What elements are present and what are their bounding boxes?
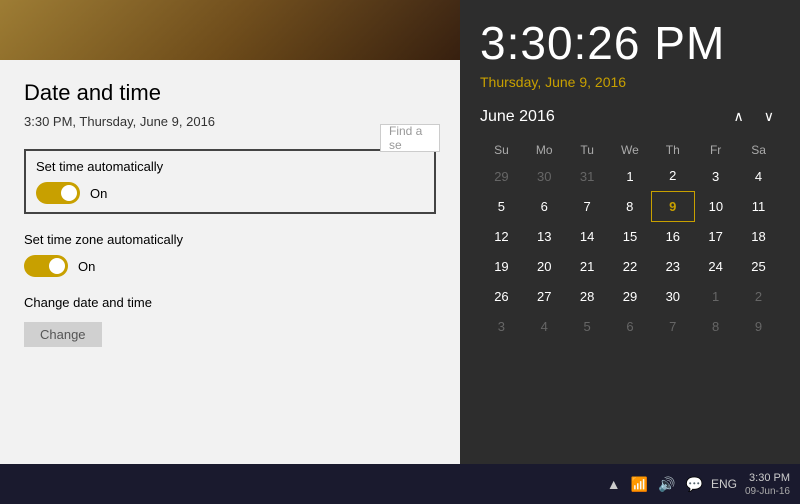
calendar-day[interactable]: 30 bbox=[651, 281, 694, 311]
calendar-week-row: 12131415161718 bbox=[480, 221, 780, 251]
clock-date: Thursday, June 9, 2016 bbox=[480, 74, 780, 90]
calendar-day[interactable]: 6 bbox=[523, 191, 566, 221]
calendar-day[interactable]: 21 bbox=[566, 251, 609, 281]
set-timezone-toggle-row: On bbox=[24, 255, 436, 277]
calendar-day[interactable]: 3 bbox=[694, 161, 737, 191]
current-datetime: 3:30 PM, Thursday, June 9, 2016 bbox=[24, 114, 436, 129]
calendar-day[interactable]: 13 bbox=[523, 221, 566, 251]
taskbar-wifi-icon[interactable]: 📶 bbox=[631, 476, 648, 493]
change-datetime-section: Change date and time Change bbox=[24, 295, 436, 347]
calendar-body: 2930311234567891011121314151617181920212… bbox=[480, 161, 780, 341]
calendar-day[interactable]: 1 bbox=[609, 161, 652, 191]
calendar-day[interactable]: 4 bbox=[523, 311, 566, 341]
set-time-auto-section: Set time automatically On bbox=[24, 149, 436, 214]
calendar-day[interactable]: 5 bbox=[480, 191, 523, 221]
calendar-day[interactable]: 6 bbox=[609, 311, 652, 341]
calendar-day[interactable]: 25 bbox=[737, 251, 780, 281]
calendar-day[interactable]: 26 bbox=[480, 281, 523, 311]
calendar-day[interactable]: 19 bbox=[480, 251, 523, 281]
search-box[interactable]: Find a se bbox=[380, 124, 440, 152]
day-header-sa: Sa bbox=[737, 139, 780, 161]
calendar-nav: ∧ ∨ bbox=[728, 106, 781, 127]
change-datetime-label: Change date and time bbox=[24, 295, 436, 310]
day-header-th: Th bbox=[651, 139, 694, 161]
taskbar: ▲ 📶 🔊 💬 ENG 3:30 PM 09-Jun-16 bbox=[0, 464, 800, 504]
calendar-header-row: Su Mo Tu We Th Fr Sa bbox=[480, 139, 780, 161]
calendar-day[interactable]: 29 bbox=[480, 161, 523, 191]
settings-panel: Find a se Date and time 3:30 PM, Thursda… bbox=[0, 60, 460, 464]
calendar-day[interactable]: 27 bbox=[523, 281, 566, 311]
calendar-day[interactable]: 20 bbox=[523, 251, 566, 281]
calendar-header: June 2016 ∧ ∨ bbox=[480, 106, 780, 127]
settings-title: Date and time bbox=[24, 80, 436, 106]
calendar: June 2016 ∧ ∨ Su Mo Tu We Th Fr Sa 29303… bbox=[480, 106, 780, 341]
calendar-day[interactable]: 2 bbox=[737, 281, 780, 311]
day-header-mo: Mo bbox=[523, 139, 566, 161]
change-button[interactable]: Change bbox=[24, 322, 102, 347]
calendar-day[interactable]: 16 bbox=[651, 221, 694, 251]
calendar-day[interactable]: 30 bbox=[523, 161, 566, 191]
calendar-day[interactable]: 7 bbox=[566, 191, 609, 221]
calendar-grid: Su Mo Tu We Th Fr Sa 2930311234567891011… bbox=[480, 139, 780, 341]
calendar-day[interactable]: 31 bbox=[566, 161, 609, 191]
calendar-prev-button[interactable]: ∧ bbox=[728, 106, 750, 127]
calendar-week-row: 2930311234 bbox=[480, 161, 780, 191]
taskbar-time: 3:30 PM bbox=[745, 471, 790, 486]
day-header-tu: Tu bbox=[566, 139, 609, 161]
taskbar-clock[interactable]: 3:30 PM 09-Jun-16 bbox=[745, 471, 790, 497]
calendar-day[interactable]: 4 bbox=[737, 161, 780, 191]
taskbar-volume-icon[interactable]: 🔊 bbox=[658, 476, 675, 493]
calendar-day[interactable]: 23 bbox=[651, 251, 694, 281]
taskbar-up-icon[interactable]: ▲ bbox=[607, 476, 621, 492]
calendar-day[interactable]: 8 bbox=[694, 311, 737, 341]
calendar-day[interactable]: 2 bbox=[651, 161, 694, 191]
day-header-fr: Fr bbox=[694, 139, 737, 161]
set-timezone-auto-section: Set time zone automatically On bbox=[24, 232, 436, 277]
calendar-day[interactable]: 1 bbox=[694, 281, 737, 311]
calendar-month-year: June 2016 bbox=[480, 108, 555, 126]
taskbar-date: 09-Jun-16 bbox=[745, 486, 790, 497]
calendar-day[interactable]: 18 bbox=[737, 221, 780, 251]
taskbar-lang: ENG bbox=[711, 477, 737, 491]
clock-panel: 3:30:26 PM Thursday, June 9, 2016 June 2… bbox=[460, 0, 800, 464]
calendar-day[interactable]: 15 bbox=[609, 221, 652, 251]
clock-time: 3:30:26 PM bbox=[480, 16, 780, 70]
calendar-day[interactable]: 8 bbox=[609, 191, 652, 221]
calendar-day[interactable]: 17 bbox=[694, 221, 737, 251]
calendar-day[interactable]: 14 bbox=[566, 221, 609, 251]
set-timezone-auto-toggle[interactable] bbox=[24, 255, 68, 277]
calendar-week-row: 262728293012 bbox=[480, 281, 780, 311]
calendar-day[interactable]: 7 bbox=[651, 311, 694, 341]
calendar-day[interactable]: 10 bbox=[694, 191, 737, 221]
set-timezone-auto-value: On bbox=[78, 259, 95, 274]
calendar-week-row: 19202122232425 bbox=[480, 251, 780, 281]
calendar-day[interactable]: 12 bbox=[480, 221, 523, 251]
calendar-day[interactable]: 29 bbox=[609, 281, 652, 311]
set-time-auto-toggle[interactable] bbox=[36, 182, 80, 204]
calendar-next-button[interactable]: ∨ bbox=[758, 106, 780, 127]
calendar-day[interactable]: 9 bbox=[651, 191, 694, 221]
calendar-day[interactable]: 5 bbox=[566, 311, 609, 341]
taskbar-icons: ▲ 📶 🔊 💬 bbox=[607, 476, 703, 493]
set-time-auto-value: On bbox=[90, 186, 107, 201]
day-header-we: We bbox=[609, 139, 652, 161]
calendar-week-row: 567891011 bbox=[480, 191, 780, 221]
search-area: Find a se bbox=[380, 120, 440, 156]
set-timezone-auto-label: Set time zone automatically bbox=[24, 232, 436, 247]
calendar-thead: Su Mo Tu We Th Fr Sa bbox=[480, 139, 780, 161]
day-header-su: Su bbox=[480, 139, 523, 161]
taskbar-chat-icon[interactable]: 💬 bbox=[686, 476, 703, 493]
calendar-day[interactable]: 28 bbox=[566, 281, 609, 311]
search-placeholder: Find a se bbox=[389, 124, 431, 152]
calendar-day[interactable]: 22 bbox=[609, 251, 652, 281]
set-time-auto-toggle-row: On bbox=[36, 182, 424, 204]
calendar-day[interactable]: 3 bbox=[480, 311, 523, 341]
calendar-week-row: 3456789 bbox=[480, 311, 780, 341]
set-time-auto-label: Set time automatically bbox=[36, 159, 424, 174]
calendar-day[interactable]: 11 bbox=[737, 191, 780, 221]
calendar-day[interactable]: 9 bbox=[737, 311, 780, 341]
calendar-day[interactable]: 24 bbox=[694, 251, 737, 281]
